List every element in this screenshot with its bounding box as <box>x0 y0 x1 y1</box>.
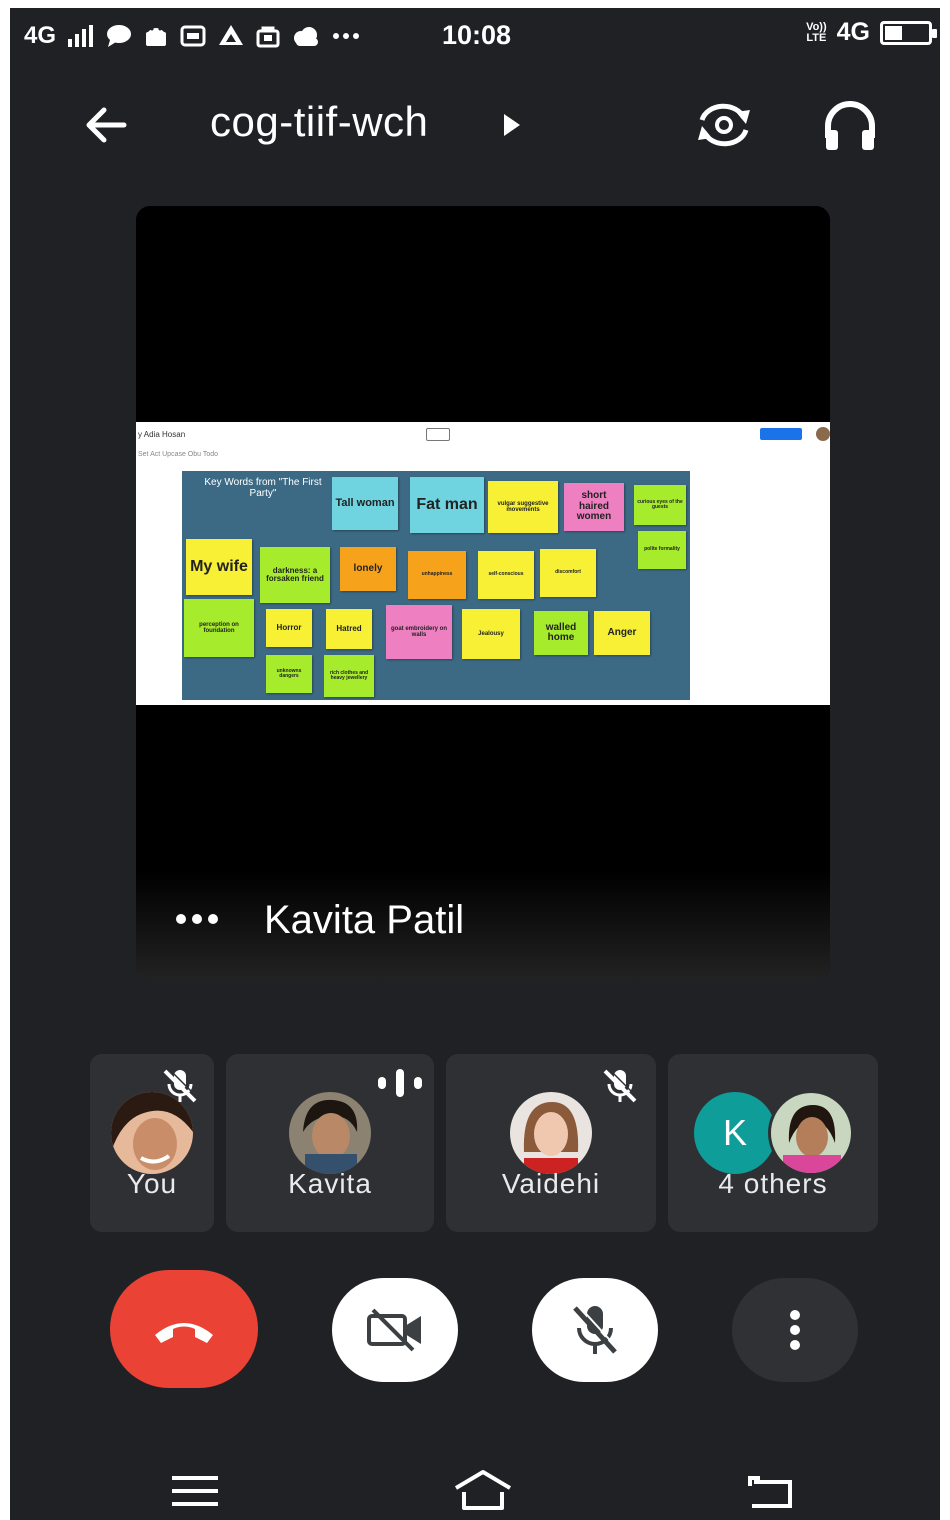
shared-doc-subtitle: Set Act Upcase Obu Todo <box>138 451 219 458</box>
headphones-icon[interactable] <box>822 100 878 152</box>
microphone-toggle-button[interactable] <box>532 1278 658 1382</box>
network-type: 4G <box>24 22 57 49</box>
back-arrow-icon[interactable] <box>80 100 130 150</box>
sticky-note: Hatred <box>326 609 372 649</box>
speaking-indicator-icon <box>378 1069 422 1097</box>
signal-icon <box>68 25 94 47</box>
doc-user-avatar <box>816 427 830 441</box>
nav-menu-icon[interactable] <box>172 1474 218 1508</box>
participant-tile-others[interactable]: K 4 others <box>668 1054 878 1232</box>
sticky-note: walled home <box>534 611 588 655</box>
volte-indicator: Vo)) LTE <box>806 20 827 44</box>
sticky-note: rich clothes and heavy jewellery <box>324 655 374 697</box>
participant-name: Vaidehi <box>501 1168 601 1199</box>
presenter-bar: Kavita Patil <box>136 870 830 980</box>
system-nav-bar <box>10 1454 940 1520</box>
sticky-note: polite formality <box>638 531 686 569</box>
board-title: Key Words from "The First Party" <box>204 477 322 499</box>
end-call-button[interactable] <box>110 1270 258 1388</box>
status-bar: 4G 10:08 Vo)) LTE 4G <box>10 8 940 70</box>
sticky-note: goat embroidery on walls <box>386 605 452 659</box>
status-right: Vo)) LTE 4G <box>806 18 937 47</box>
call-header: cog-tiif-wch <box>10 88 940 168</box>
sticky-note: discomfort <box>540 549 596 597</box>
nav-back-icon[interactable] <box>746 1472 796 1510</box>
share-button <box>760 428 802 440</box>
meeting-code[interactable]: cog-tiif-wch <box>210 98 428 146</box>
presentation-tile[interactable]: y Adia Hosan Set Act Upcase Obu Todo Key… <box>136 206 830 980</box>
present-icon <box>426 428 450 441</box>
sticky-note: Jealousy <box>462 609 520 659</box>
sticky-note: curious eyes of the guests <box>634 485 686 525</box>
drive-icon <box>219 25 244 45</box>
sticky-note: vulgar suggestive movements <box>488 481 558 533</box>
avatar-initial: K <box>694 1092 776 1174</box>
camera-toggle-button[interactable] <box>332 1278 458 1382</box>
nav-home-icon[interactable] <box>450 1468 516 1514</box>
clock: 10:08 <box>442 20 512 50</box>
end-call-icon <box>155 1323 213 1343</box>
sticky-note: lonely <box>340 547 396 591</box>
chat-icon <box>107 25 132 47</box>
camera-off-icon <box>367 1308 421 1352</box>
mail-icon <box>180 25 206 47</box>
network-type-right: 4G <box>836 18 870 46</box>
sticky-note: Anger <box>594 611 650 655</box>
more-notifications-icon <box>333 33 360 39</box>
shared-screen: y Adia Hosan Set Act Upcase Obu Todo Key… <box>136 422 830 705</box>
more-dots-icon[interactable] <box>176 914 218 924</box>
switch-camera-icon[interactable] <box>692 98 756 152</box>
android-icon <box>146 27 167 46</box>
play-arrow-icon[interactable] <box>502 112 522 138</box>
participant-tile-vaidehi[interactable]: Vaidehi <box>446 1054 656 1232</box>
sticky-note: perception on foundation <box>184 599 254 657</box>
mic-off-icon <box>573 1304 619 1354</box>
status-left: 4G <box>24 22 360 50</box>
participant-name: You <box>126 1168 178 1199</box>
presenter-name: Kavita Patil <box>264 898 465 942</box>
sticky-note: Horror <box>266 609 312 647</box>
avatar <box>510 1092 592 1174</box>
bag-icon <box>256 26 280 48</box>
battery-level <box>885 25 902 40</box>
more-vert-icon <box>790 1310 800 1350</box>
avatar <box>768 1090 854 1176</box>
meet-call-screen: 4G 10:08 Vo)) LTE 4G cog-tiif-wch y Adia… <box>10 8 940 1520</box>
sticky-note: Fat man <box>410 477 484 533</box>
sticky-note: darkness: a forsaken friend <box>260 547 330 603</box>
participant-tile-kavita[interactable]: Kavita <box>226 1054 434 1232</box>
cloud-icon <box>294 27 319 46</box>
avatar <box>111 1092 193 1174</box>
sticky-note: self-conscious <box>478 551 534 599</box>
participant-name: 4 others <box>718 1168 828 1199</box>
avatar <box>289 1092 371 1174</box>
participant-name: Kavita <box>288 1168 372 1199</box>
more-options-button[interactable] <box>732 1278 858 1382</box>
mic-off-icon <box>603 1067 639 1103</box>
sticky-note: unhappiness <box>408 551 466 599</box>
sticky-note: Tall woman <box>332 477 398 530</box>
sticky-note: short haired women <box>564 483 624 531</box>
shared-doc-title: y Adia Hosan <box>138 430 186 439</box>
battery-icon <box>880 20 937 45</box>
sticky-note-board: Key Words from "The First Party" Tall wo… <box>182 471 690 700</box>
sticky-note: My wife <box>186 539 252 595</box>
participant-tile-you[interactable]: You <box>90 1054 214 1232</box>
sticky-note: unknowns dangers <box>266 655 312 693</box>
